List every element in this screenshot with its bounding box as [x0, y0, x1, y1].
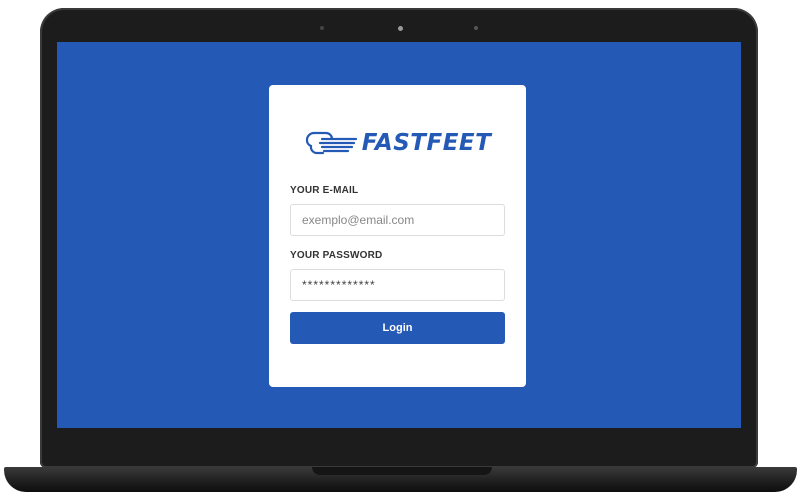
password-label: YOUR PASSWORD [290, 250, 383, 261]
password-field[interactable] [290, 269, 505, 301]
sensor-dot [474, 26, 478, 30]
laptop-base [4, 467, 797, 492]
login-card: FASTFEET YOUR E-MAIL YOUR PASSWORD Login [269, 85, 526, 387]
lid-notch [312, 467, 492, 475]
brand-name: FASTFEET [361, 130, 492, 156]
sensor-dot [320, 26, 324, 30]
login-button[interactable]: Login [290, 312, 505, 344]
brand-logo: FASTFEET [290, 125, 505, 161]
webcam [398, 26, 403, 31]
fast-delivery-box-icon [305, 131, 357, 155]
email-field[interactable] [290, 204, 505, 236]
laptop-screen: FASTFEET YOUR E-MAIL YOUR PASSWORD Login [57, 42, 741, 428]
laptop-mockup: FASTFEET YOUR E-MAIL YOUR PASSWORD Login [0, 0, 805, 500]
email-label: YOUR E-MAIL [290, 185, 359, 196]
